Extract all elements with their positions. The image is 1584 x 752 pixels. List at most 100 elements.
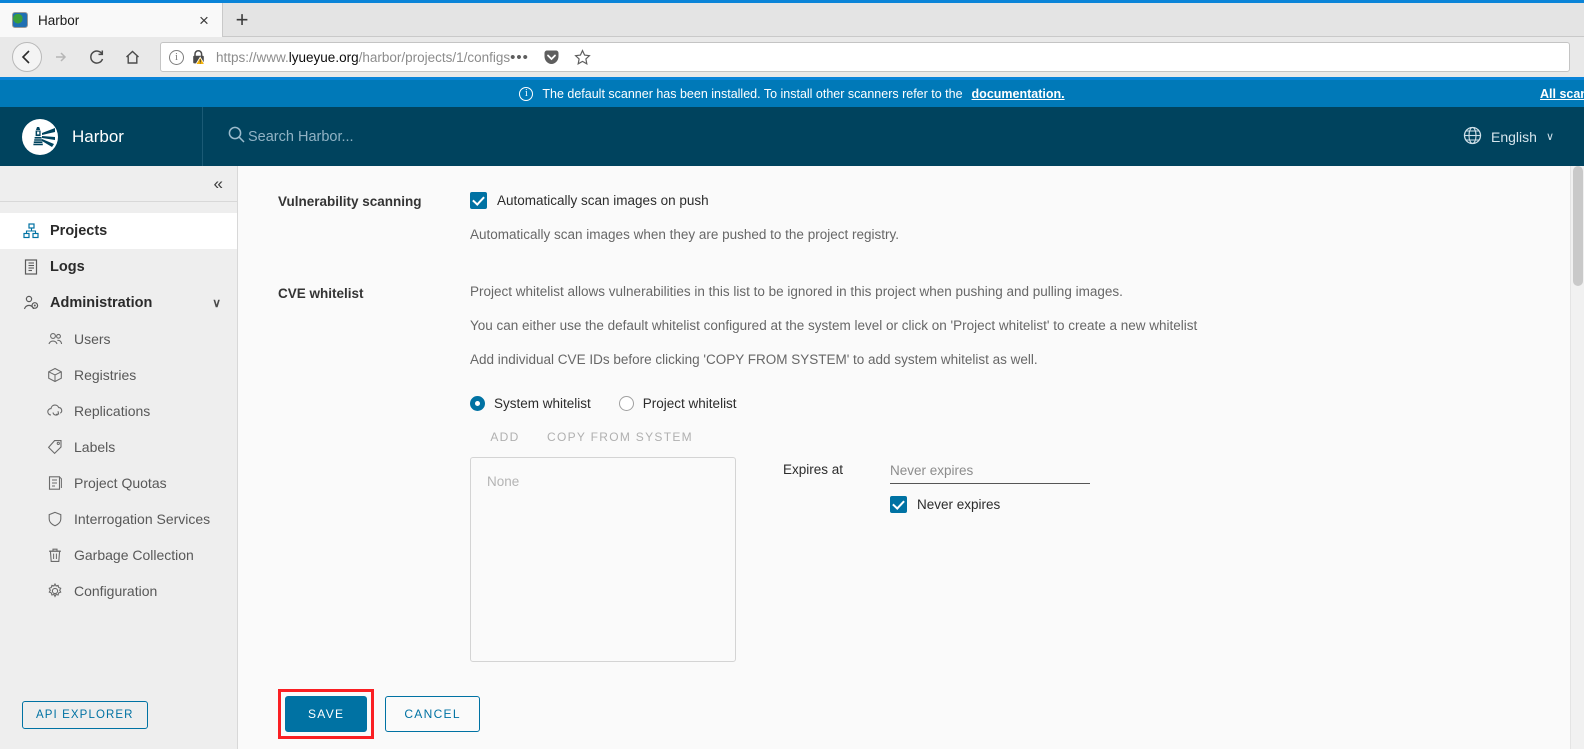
harbor-lighthouse-logo-icon [22, 118, 58, 155]
sidebar-item-label: Interrogation Services [74, 511, 211, 527]
never-expires-checkbox[interactable] [890, 496, 908, 513]
vulnerability-scanning-row: Vulnerability scanning Automatically sca… [278, 192, 1584, 242]
forward-button[interactable] [42, 39, 78, 75]
pocket-icon[interactable] [543, 49, 560, 66]
back-button[interactable] [12, 42, 42, 72]
url-host: lyueyue.org [288, 49, 359, 65]
urlbar-icons: ••• [510, 49, 595, 66]
expires-at-label: Expires at [783, 462, 844, 477]
reload-button[interactable] [78, 39, 114, 75]
chevron-down-icon[interactable]: ∨ [212, 296, 221, 310]
cve-list-box[interactable]: None [470, 457, 736, 662]
banner-right-group: All scanners [1540, 80, 1584, 107]
cve-help-line-2: You can either use the default whitelist… [470, 318, 1198, 333]
harbor-brand[interactable]: Harbor [0, 107, 203, 166]
never-expires-label: Never expires [917, 497, 1001, 512]
url-bar[interactable]: i https://www.lyueyue.org/harbor/project… [160, 42, 1570, 72]
sidebar-nav: Projects Logs Administration ∨ Users Reg… [0, 202, 237, 701]
auto-scan-checkbox[interactable] [470, 192, 487, 209]
sidebar-item-projects[interactable]: Projects [0, 213, 237, 249]
sidebar-item-label: Labels [74, 439, 116, 455]
expires-group: Expires at Never expires [783, 457, 1091, 513]
all-scanners-link[interactable]: All scanners [1540, 87, 1584, 101]
projects-icon [22, 223, 39, 240]
sidebar-item-label: Configuration [74, 583, 158, 599]
system-whitelist-label: System whitelist [494, 396, 591, 411]
sidebar-item-administration[interactable]: Administration ∨ [0, 285, 237, 321]
scrollbar-thumb[interactable] [1573, 166, 1583, 286]
auto-scan-label: Automatically scan images on push [497, 193, 709, 208]
bookmark-star-icon[interactable] [574, 48, 591, 66]
cve-whitelist-body: Project whitelist allows vulnerabilities… [470, 284, 1584, 662]
more-options-icon[interactable]: ••• [510, 49, 529, 66]
auto-scan-help-text: Automatically scan images when they are … [470, 227, 899, 242]
arrow-right-icon [56, 52, 67, 62]
info-icon[interactable]: i [169, 49, 184, 65]
administration-icon [22, 295, 39, 312]
sidebar-item-registries[interactable]: Registries [0, 357, 237, 393]
whitelist-action-links: ADD COPY FROM SYSTEM [470, 430, 1584, 444]
logs-icon [22, 259, 39, 276]
language-selector[interactable]: English ∨ [1463, 126, 1554, 148]
add-cve-button[interactable]: ADD [470, 430, 540, 444]
sidebar-item-labels[interactable]: Labels [0, 429, 237, 465]
language-label: English [1491, 128, 1537, 145]
url-scheme: https://www. [216, 49, 289, 65]
labels-icon [46, 439, 63, 456]
sidebar: « Projects Logs Administration ∨ Users R… [0, 166, 238, 749]
globe-icon [1463, 126, 1482, 148]
sidebar-item-garbage-collection[interactable]: Garbage Collection [0, 537, 237, 573]
copy-from-system-button[interactable]: COPY FROM SYSTEM [547, 430, 693, 444]
expires-at-input[interactable] [890, 463, 1091, 484]
reload-icon [89, 49, 103, 64]
sidebar-item-label: Users [74, 331, 111, 347]
api-explorer-wrap: API EXPLORER [0, 701, 237, 749]
vulnerability-scanning-body: Automatically scan images on push Automa… [470, 192, 1584, 242]
browser-tab[interactable]: Harbor × [0, 3, 223, 37]
project-whitelist-radio[interactable] [618, 396, 634, 411]
app-body: « Projects Logs Administration ∨ Users R… [0, 166, 1584, 749]
sidebar-item-interrogation-services[interactable]: Interrogation Services [0, 501, 237, 537]
banner-message-group: i The default scanner has been installed… [0, 86, 1584, 101]
chevron-down-icon[interactable]: ∨ [1546, 130, 1554, 143]
trash-icon [46, 547, 63, 564]
cve-help-line-3: Add individual CVE IDs before clicking '… [470, 352, 1038, 367]
harbor-favicon-icon [12, 12, 28, 28]
sidebar-item-replications[interactable]: Replications [0, 393, 237, 429]
lock-warning-icon[interactable] [191, 49, 207, 65]
sidebar-collapse-row[interactable]: « [0, 166, 237, 202]
content-scrollbar[interactable] [1570, 166, 1584, 749]
sidebar-item-logs[interactable]: Logs [0, 249, 237, 285]
sidebar-item-label: Project Quotas [74, 475, 167, 491]
config-form: Vulnerability scanning Automatically sca… [238, 166, 1584, 662]
save-button[interactable]: SAVE [285, 696, 368, 732]
info-icon: i [519, 86, 534, 101]
collapse-sidebar-icon[interactable]: « [214, 175, 223, 192]
sidebar-item-label: Logs [50, 259, 85, 275]
home-icon [125, 50, 139, 64]
browser-navbar: i https://www.lyueyue.org/harbor/project… [0, 37, 1584, 80]
auto-scan-checkbox-row[interactable]: Automatically scan images on push [470, 192, 1584, 209]
sidebar-item-configuration[interactable]: Configuration [0, 573, 237, 609]
close-icon[interactable]: × [194, 12, 214, 29]
sidebar-item-users[interactable]: Users [0, 321, 237, 357]
registries-icon [46, 367, 63, 384]
search-input[interactable] [248, 128, 508, 145]
api-explorer-button[interactable]: API EXPLORER [22, 701, 148, 729]
harbor-header: Harbor English ∨ [0, 107, 1584, 166]
notification-banner: i The default scanner has been installed… [0, 80, 1584, 107]
new-tab-button[interactable]: + [223, 3, 261, 37]
search-group[interactable] [227, 125, 508, 149]
system-whitelist-radio[interactable] [470, 396, 485, 411]
users-icon [46, 331, 63, 348]
save-button-highlight: SAVE [278, 689, 375, 739]
sidebar-item-project-quotas[interactable]: Project Quotas [0, 465, 237, 501]
gear-icon [46, 583, 63, 600]
documentation-link[interactable]: documentation. [972, 87, 1065, 101]
home-button[interactable] [114, 39, 150, 75]
cancel-button[interactable]: CANCEL [385, 696, 480, 732]
sidebar-item-label: Replications [74, 403, 151, 419]
url-path: /harbor/projects/1/configs [358, 49, 511, 65]
arrow-left-icon [21, 50, 30, 64]
never-expires-row[interactable]: Never expires [890, 496, 1090, 513]
